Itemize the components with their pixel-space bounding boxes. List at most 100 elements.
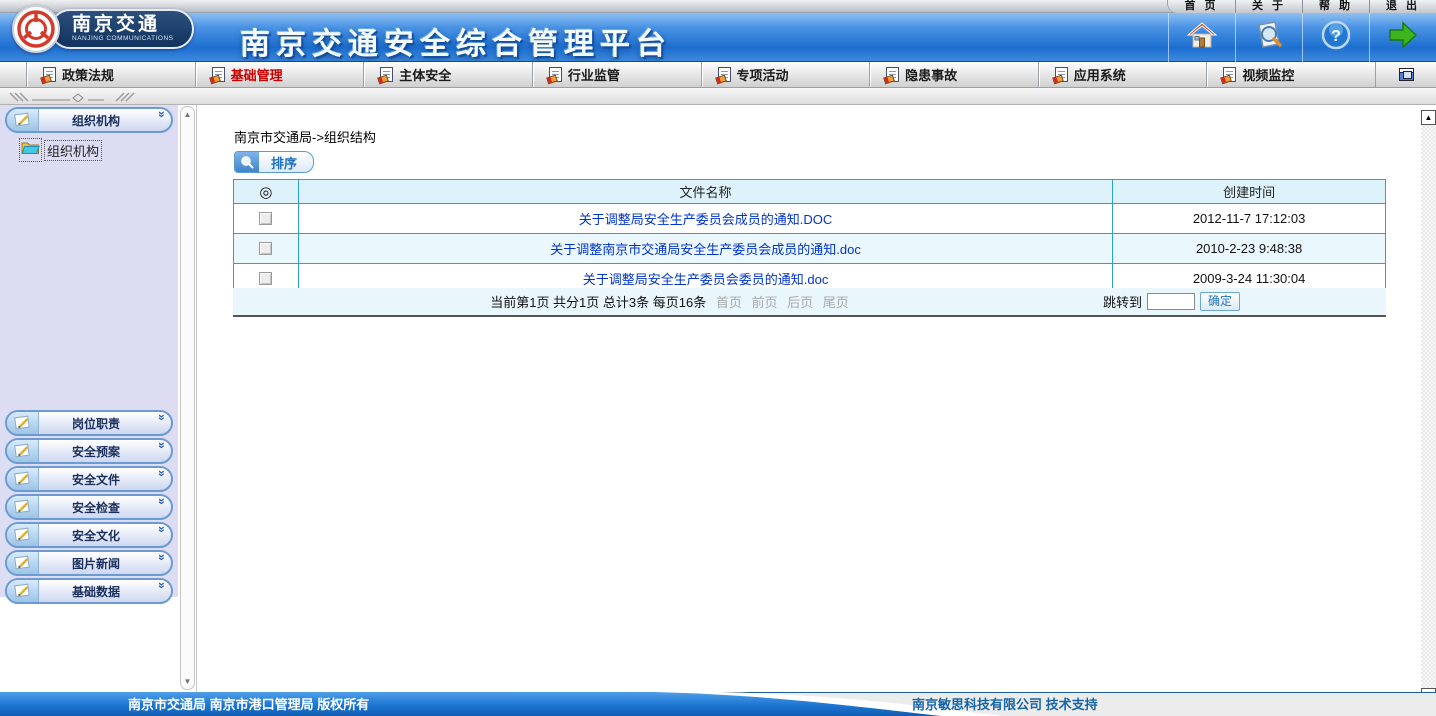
tab-subject-safety[interactable]: 主体安全 [364,62,533,87]
scroll-up-icon[interactable]: ▲ [1421,110,1436,125]
home-icon [1186,19,1218,56]
chevron-double-down-icon: » [155,526,169,544]
tab-label: 基础管理 [231,65,283,84]
jump-label: 跳转到 [1103,292,1142,311]
notepad-pencil-icon [7,524,39,546]
open-folder-icon [20,139,41,161]
quick-links-icons: ? [1168,13,1436,62]
sidebar-section-label: 安全文件 [39,471,153,488]
column-header-created-time: 创建时间 [1113,180,1386,204]
content-scrollbar[interactable]: ▲ ▼ [1421,110,1436,703]
row-checkbox[interactable] [259,212,272,225]
prev-page-link[interactable]: 前页 [751,295,777,310]
main-menu-bar: 政策法规 基础管理 主体安全 行业监管 专项活动 隐患事故 应用系统 视频监控 [0,62,1436,88]
sidebar-scrollbar[interactable]: ▲ ▼ [180,106,195,690]
chevron-double-down-icon: » [155,442,169,460]
notepad-pencil-icon [7,496,39,518]
sidebar-section-organization[interactable]: 组织机构 » [5,107,173,133]
header-banner: 南京交通 NANJING COMMUNICATIONS 南京交通安全综合管理平台 [0,13,1436,62]
footer: 南京市交通局 南京市港口管理局 版权所有 南京敏思科技有限公司 技术支持 [0,692,1436,716]
next-page-link[interactable]: 后页 [787,295,813,310]
scroll-down-icon[interactable]: ▼ [181,677,194,686]
sidebar-section-label: 安全检查 [39,499,153,516]
content-area: 南京市交通局->组织结构 排序 ◎ 文件名称 创建时间 [196,105,1420,692]
tab-industry-supervision[interactable]: 行业监管 [533,62,702,87]
chevron-double-down-icon: » [155,470,169,488]
row-checkbox[interactable] [259,242,272,255]
notepad-pencil-icon [7,440,39,462]
logo-title: 南京交通 [72,15,174,35]
sidebar-section-safety-plans[interactable]: 安全预案 » [5,438,173,464]
logo-capsule: 南京交通 NANJING COMMUNICATIONS [50,9,194,49]
row-checkbox[interactable] [259,272,272,285]
notepad-pencil-icon [7,109,39,131]
horizontal-splitter[interactable] [0,88,1436,105]
quick-link-about[interactable]: 关 于 [1235,0,1302,13]
sidebar-section-basic-data[interactable]: 基础数据 » [5,578,173,604]
sidebar-section-label: 安全文化 [39,527,153,544]
page-jump: 跳转到 确定 [1103,292,1240,311]
application-window: 首 页 关 于 帮 助 退 出 南京交通 NANJING COMMUNICATI… [0,0,1436,716]
footer-copyright: 南京市交通局 南京市港口管理局 版权所有 [128,693,369,716]
window-layout-button[interactable] [1376,62,1436,87]
created-time: 2012-11-7 17:12:03 [1113,204,1386,234]
page-title: 南京交通安全综合管理平台 [240,19,672,63]
menu-spacer [0,62,27,87]
svg-text:?: ? [1331,28,1341,45]
tab-special-activities[interactable]: 专项活动 [702,62,871,87]
sidebar-section-safety-inspection[interactable]: 安全检查 » [5,494,173,520]
tab-video-monitoring[interactable]: 视频监控 [1207,62,1376,87]
scroll-up-icon[interactable]: ▲ [181,110,194,119]
quick-links-labels: 首 页 关 于 帮 助 退 出 [1167,0,1436,13]
tab-label: 行业监管 [568,65,620,84]
tab-label: 应用系统 [1074,65,1126,84]
sidebar-section-photo-news[interactable]: 图片新闻 » [5,550,173,576]
exit-icon [1387,19,1419,56]
select-all-icon[interactable]: ◎ [259,184,272,201]
jump-confirm-button[interactable]: 确定 [1200,292,1240,311]
document-edit-icon [549,67,562,82]
document-edit-icon [886,67,899,82]
home-button[interactable] [1168,13,1235,62]
notepad-pencil-icon [7,552,39,574]
document-edit-icon [380,67,393,82]
help-button[interactable]: ? [1302,13,1369,62]
tab-hazard-accidents[interactable]: 隐患事故 [870,62,1039,87]
tab-label: 隐患事故 [905,65,957,84]
jump-page-input[interactable] [1147,293,1195,310]
sidebar-item-organization[interactable]: 组织机构 [20,139,178,161]
sidebar-section-label: 基础数据 [39,583,153,600]
logo: 南京交通 NANJING COMMUNICATIONS [12,5,194,53]
sidebar-section-safety-documents[interactable]: 安全文件 » [5,466,173,492]
workspace: 组织机构 » 组织机构 岗位职责 » [0,105,1436,692]
column-header-file-name: 文件名称 [298,180,1112,204]
quick-link-home[interactable]: 首 页 [1168,0,1235,13]
exit-button[interactable] [1369,13,1436,62]
sidebar-section-job-duties[interactable]: 岗位职责 » [5,410,173,436]
last-page-link[interactable]: 尾页 [823,295,849,310]
document-edit-icon [43,67,56,82]
page-stats-text: 当前第1页 共分1页 总计3条 每页16条 [490,295,706,310]
table-row: 关于调整局安全生产委员会成员的通知.DOC 2012-11-7 17:12:03 [234,204,1386,234]
pagination-bar: 当前第1页 共分1页 总计3条 每页16条 首页 前页 后页 尾页 跳转到 确定 [233,288,1386,317]
sidebar-item-label: 组织机构 [45,141,101,160]
document-link[interactable]: 关于调整局安全生产委员会成员的通知.DOC [579,212,833,227]
first-page-link[interactable]: 首页 [716,295,742,310]
document-edit-icon [1223,67,1236,82]
sidebar-section-safety-culture[interactable]: 安全文化 » [5,522,173,548]
tab-basic-management[interactable]: 基础管理 [196,62,365,87]
quick-link-help[interactable]: 帮 助 [1302,0,1369,13]
chevron-double-down-icon: » [155,414,169,432]
about-button[interactable] [1235,13,1302,62]
table-header-row: ◎ 文件名称 创建时间 [234,180,1386,204]
document-link[interactable]: 关于调整局安全生产委员会委员的通知.doc [583,272,829,287]
logo-subtitle: NANJING COMMUNICATIONS [72,35,174,43]
quick-link-exit[interactable]: 退 出 [1369,0,1436,13]
created-time: 2010-2-23 9:48:38 [1113,234,1386,264]
tab-application-system[interactable]: 应用系统 [1039,62,1208,87]
tab-label: 视频监控 [1242,65,1294,84]
tab-policy[interactable]: 政策法规 [27,62,196,87]
sort-button[interactable]: 排序 [234,151,314,173]
document-link[interactable]: 关于调整南京市交通局安全生产委员会成员的通知.doc [550,242,861,257]
notepad-pencil-icon [7,580,39,602]
